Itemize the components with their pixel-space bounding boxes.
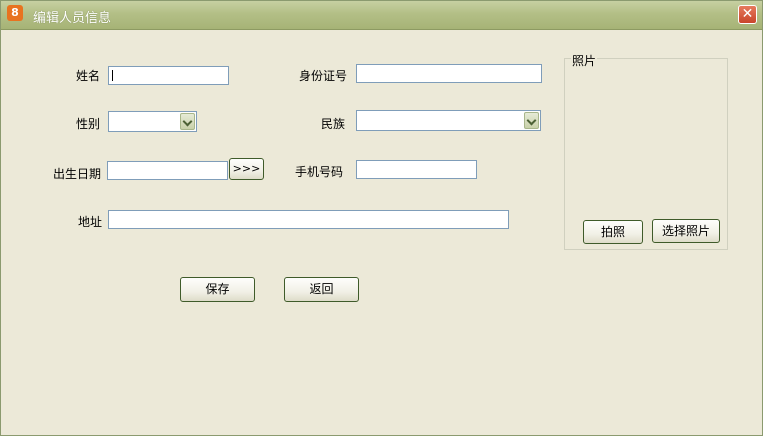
date-picker-button[interactable]: >>> [229, 158, 264, 180]
ethnicity-select[interactable] [356, 110, 541, 131]
birth-date-label: 出生日期 [53, 167, 102, 181]
phone-input[interactable] [356, 160, 477, 179]
address-input[interactable] [108, 210, 509, 229]
back-button[interactable]: 返回 [284, 277, 359, 302]
chevron-down-icon[interactable] [524, 112, 539, 129]
gender-select[interactable] [108, 111, 197, 132]
name-label: 姓名 [76, 69, 101, 83]
id-number-label: 身份证号 [299, 69, 348, 83]
chevron-down-icon[interactable] [180, 113, 195, 130]
take-photo-button[interactable]: 拍照 [583, 220, 643, 244]
ethnicity-label: 民族 [321, 117, 346, 131]
window-title: 编辑人员信息 [33, 11, 112, 26]
id-number-input[interactable] [356, 64, 542, 83]
photo-group-label: 照片 [571, 52, 598, 69]
app-icon: 8 [7, 5, 23, 21]
close-button[interactable]: ✕ [738, 5, 757, 24]
address-label: 地址 [78, 215, 103, 229]
title-bar[interactable]: 8 编辑人员信息 ✕ [1, 1, 762, 30]
save-button[interactable]: 保存 [180, 277, 255, 302]
birth-date-input[interactable] [107, 161, 228, 180]
gender-label: 性别 [76, 117, 101, 131]
name-input[interactable] [108, 66, 229, 85]
dialog-window: 8 编辑人员信息 ✕ 姓名 身份证号 性别 民族 出生日期 >>> 手机号码 地… [0, 0, 763, 436]
choose-photo-button[interactable]: 选择照片 [652, 219, 720, 243]
phone-label: 手机号码 [295, 165, 344, 179]
